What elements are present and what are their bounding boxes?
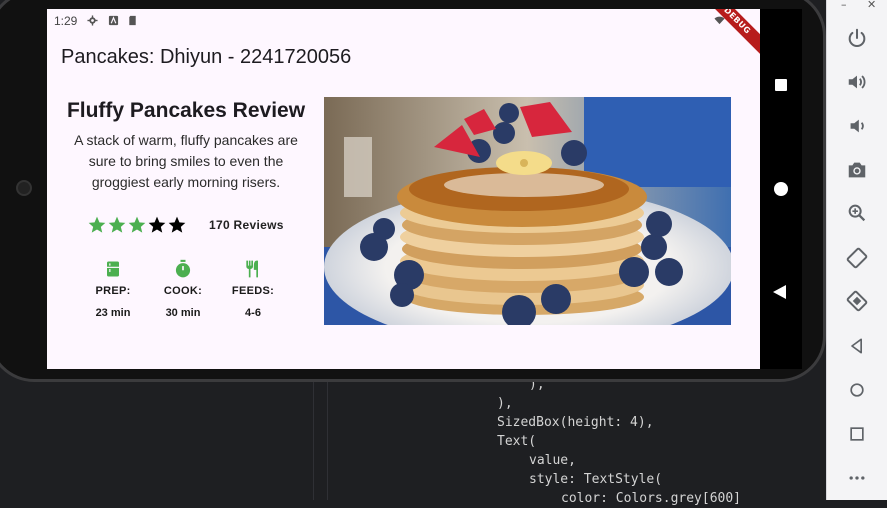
android-nav-bar: [760, 9, 802, 369]
status-time: 1:29: [54, 14, 78, 28]
star-icon: [168, 216, 186, 233]
restaurant-icon: [246, 260, 258, 278]
reviews-count: 170 Reviews: [209, 218, 284, 232]
recents-button[interactable]: [775, 79, 787, 91]
code-line: SizedBox(height: 4),: [497, 415, 654, 430]
ide-divider: [313, 380, 314, 500]
home-button[interactable]: [774, 182, 788, 196]
info-prep: PREP: 23 min: [83, 259, 143, 319]
info-row: PREP: 23 min COOK: 30 min FEEDS: 4-6: [77, 259, 297, 329]
info-label: PREP:: [95, 285, 131, 297]
review-description: A stack of warm, fluffy pancakes are sur…: [74, 132, 298, 190]
info-cook: COOK: 30 min: [153, 259, 213, 319]
review-column: Fluffy Pancakes Review A stack of warm, …: [57, 95, 315, 319]
star-icon: [108, 216, 126, 233]
rotate-left-icon[interactable]: [841, 242, 873, 274]
timer-icon: [175, 259, 191, 278]
star-icon: [88, 216, 106, 233]
appbar-title: Pancakes: Dhiyun - 2241720056: [61, 46, 352, 68]
info-feeds: FEEDS: 4-6: [223, 259, 283, 319]
home-icon[interactable]: [841, 374, 873, 406]
front-camera: [16, 180, 32, 196]
rating-row: 170 Reviews: [87, 215, 307, 237]
code-line: value,: [529, 453, 576, 468]
info-label: FEEDS:: [231, 285, 275, 297]
code-line: Text(: [497, 434, 537, 449]
info-label: COOK:: [163, 285, 203, 297]
code-snippet[interactable]: ),), SizedBox(height: 4), Text(value, style…: [497, 375, 741, 508]
camera-icon[interactable]: [841, 154, 873, 186]
code-line: color: Colors.grey[600]: [561, 491, 742, 506]
more-icon[interactable]: [841, 462, 873, 494]
info-value: 4-6: [245, 307, 261, 319]
zoom-icon[interactable]: [841, 197, 873, 229]
rotate-right-icon[interactable]: [841, 285, 873, 317]
star-icon: [148, 216, 166, 233]
minimize-icon[interactable]: –: [841, 0, 847, 11]
debug-banner: DEBUG: [703, 9, 760, 55]
ide-divider: [327, 380, 328, 500]
star-icon: [128, 216, 146, 233]
status-bar: 1:29 DEBUG: [47, 9, 760, 55]
emulator-panel: – ✕: [826, 0, 887, 500]
info-value: 30 min: [165, 307, 201, 319]
sd-card-icon: [129, 15, 136, 26]
code-line: ),: [497, 396, 513, 411]
code-line: style: TextStyle(: [529, 472, 663, 487]
close-icon[interactable]: ✕: [867, 0, 876, 11]
overview-icon[interactable]: [841, 418, 873, 450]
info-value: 23 min: [95, 307, 131, 319]
device: 1:29 DEBUG Pancakes: Dhiyun - 2241720056…: [0, 0, 826, 380]
back-icon[interactable]: [841, 330, 873, 362]
pancakes-image: [324, 97, 731, 325]
accessibility-icon: [108, 15, 119, 26]
window-controls: – ✕: [827, 0, 887, 14]
volume-down-icon[interactable]: [841, 110, 873, 142]
app-screen: 1:29 DEBUG Pancakes: Dhiyun - 2241720056…: [47, 9, 760, 369]
volume-up-icon[interactable]: [841, 66, 873, 98]
power-icon[interactable]: [841, 22, 873, 54]
kitchen-icon: [107, 261, 119, 277]
settings-icon: [87, 15, 98, 26]
review-title: Fluffy Pancakes Review: [66, 99, 306, 122]
back-button[interactable]: [773, 285, 786, 299]
